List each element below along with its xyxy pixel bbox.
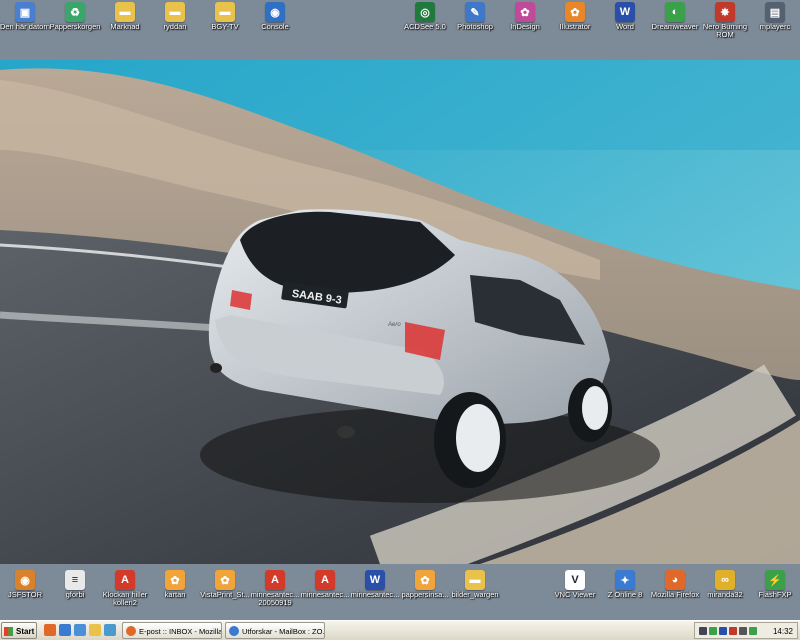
- mplayer-icon: ▤: [765, 2, 785, 22]
- taskbar: Start E-post :: INBOX - Mozilla ... Utfor…: [0, 620, 800, 640]
- desktop-icon[interactable]: ◉ Console: [244, 0, 306, 31]
- image-file-icon: ✿: [165, 570, 185, 590]
- word-doc-icon: W: [365, 570, 385, 590]
- pdf-icon: A: [115, 570, 135, 590]
- pdf-icon: A: [265, 570, 285, 590]
- folder-shortcut-icon: ▬: [165, 2, 185, 22]
- system-tray: 14:32: [694, 622, 798, 639]
- chevron-left-icon[interactable]: [699, 627, 707, 635]
- start-button[interactable]: Start: [1, 622, 37, 639]
- illustrator-icon: ✿: [565, 2, 585, 22]
- desktop-icon-label: bilder_wargen: [451, 590, 499, 599]
- antivirus-icon[interactable]: [729, 627, 737, 635]
- recycle-bin-icon: ♻: [65, 2, 85, 22]
- image-file-icon: ✿: [215, 570, 235, 590]
- firefox-icon: ◕: [665, 570, 685, 590]
- network-icon[interactable]: [709, 627, 717, 635]
- acdsee-icon: ◎: [415, 2, 435, 22]
- image-file-icon: ✿: [415, 570, 435, 590]
- my-computer-icon: ▣: [15, 2, 35, 22]
- desktop-icon-label: Console: [261, 22, 289, 31]
- ie-icon[interactable]: [59, 624, 71, 636]
- media-icon[interactable]: [104, 624, 116, 636]
- messenger-icon[interactable]: [749, 627, 757, 635]
- clock[interactable]: 14:32: [773, 623, 793, 640]
- nero-icon: ✸: [715, 2, 735, 22]
- firefox-icon[interactable]: [44, 624, 56, 636]
- wallpaper-image: SAAB 9-3 Aero: [0, 60, 800, 564]
- pdf-icon: A: [315, 570, 335, 590]
- model-badge: Aero: [387, 322, 401, 328]
- word-icon: W: [615, 2, 635, 22]
- taskbar-button-label: Utforskar - MailBox : ZO...: [242, 627, 325, 636]
- wallpaper: SAAB 9-3 Aero: [0, 60, 800, 564]
- text-file-icon: ≡: [65, 570, 85, 590]
- jsfstor-icon: ◉: [15, 570, 35, 590]
- folder-icon[interactable]: [89, 624, 101, 636]
- desktop-icon[interactable]: ⚡ FlashFXP: [744, 568, 800, 599]
- taskbar-button[interactable]: E-post :: INBOX - Mozilla ...: [122, 622, 222, 639]
- vnc-icon: V: [565, 570, 585, 590]
- firefox-icon: [126, 626, 136, 636]
- console-icon: ◉: [265, 2, 285, 22]
- volume-icon[interactable]: [739, 627, 747, 635]
- vnc-tray-icon[interactable]: [719, 627, 727, 635]
- photoshop-icon: ✎: [465, 2, 485, 22]
- flashfxp-icon: ⚡: [765, 570, 785, 590]
- z-online-icon: ✦: [615, 570, 635, 590]
- explorer-icon: [229, 626, 239, 636]
- windows-flag-icon: [4, 627, 13, 636]
- folder-icon: ▬: [465, 570, 485, 590]
- desktop-icon[interactable]: ▬ bilder_wargen: [444, 568, 506, 599]
- indesign-icon: ✿: [515, 2, 535, 22]
- desktop-icon-label: mplayerc: [759, 22, 791, 31]
- start-label: Start: [16, 627, 35, 636]
- miranda-icon: ∞: [715, 570, 735, 590]
- outlook-icon[interactable]: [74, 624, 86, 636]
- taskbar-button-label: E-post :: INBOX - Mozilla ...: [139, 627, 222, 636]
- desktop-icon-label: FlashFXP: [758, 590, 792, 599]
- folder-shortcut-icon: ▬: [215, 2, 235, 22]
- folder-icon: ▬: [115, 2, 135, 22]
- taskbar-button[interactable]: Utforskar - MailBox : ZO...: [225, 622, 325, 639]
- dreamweaver-icon: ◐: [665, 2, 685, 22]
- desktop-icon[interactable]: ▤ mplayerc: [744, 0, 800, 31]
